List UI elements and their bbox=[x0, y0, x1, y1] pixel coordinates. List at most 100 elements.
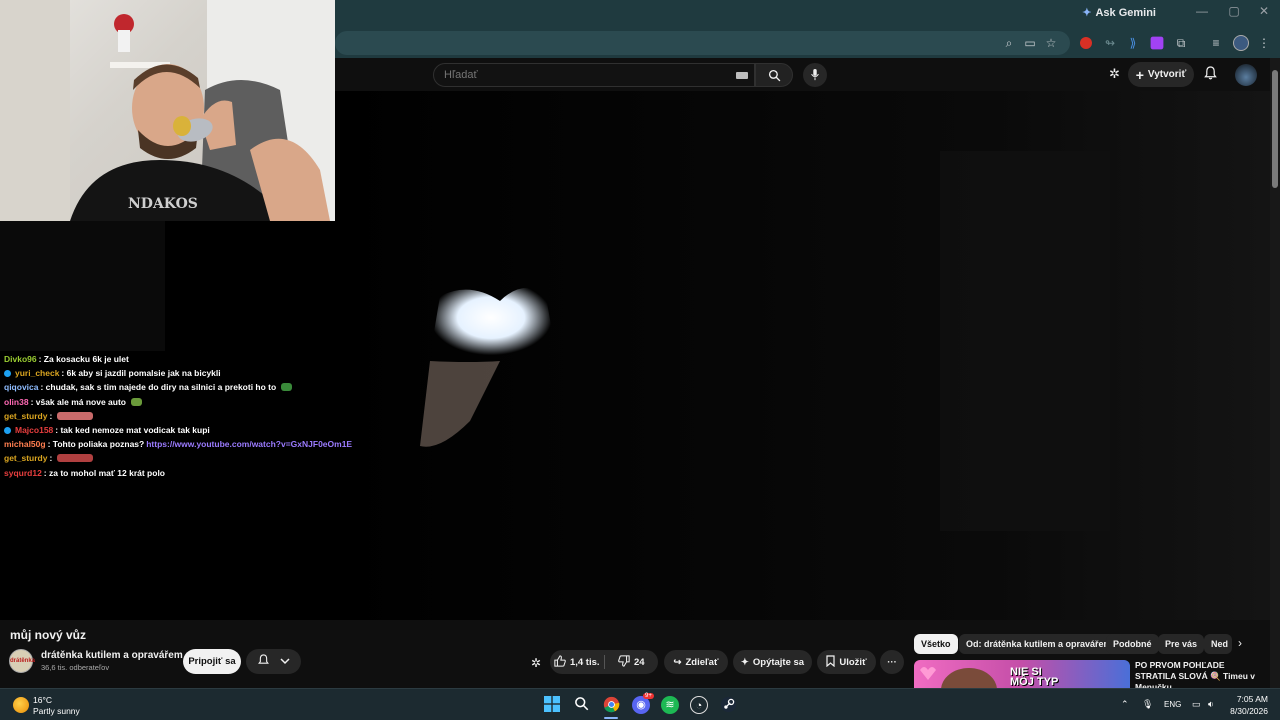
dislike-count: 24 bbox=[633, 656, 645, 668]
profile-avatar-icon[interactable] bbox=[1233, 35, 1249, 51]
scrollbar-thumb[interactable] bbox=[1272, 70, 1278, 188]
spotify-icon[interactable]: ≋ bbox=[661, 696, 679, 714]
chat-text: : bbox=[49, 453, 53, 464]
gemini-sparkle-icon: ✦ bbox=[1082, 7, 1092, 19]
weather-description[interactable]: Partly sunny bbox=[33, 706, 80, 716]
chrome-icon[interactable] bbox=[602, 696, 620, 714]
tray-volume-icon[interactable]: 🔉︎ bbox=[1208, 699, 1214, 710]
chat-username[interactable]: syqurd12 bbox=[4, 468, 42, 478]
chat-emote-icon bbox=[57, 411, 94, 420]
chat-username[interactable]: Divko96 bbox=[4, 354, 37, 364]
chevron-down-icon bbox=[279, 656, 290, 668]
tray-microphone-icon[interactable]: 🎙︎ bbox=[1142, 699, 1153, 710]
chevron-right-icon[interactable]: › bbox=[1238, 636, 1242, 650]
chat-emote-icon bbox=[57, 454, 94, 463]
chat-emote-icon bbox=[281, 383, 293, 392]
discord-badge: 9+ bbox=[643, 693, 654, 699]
chat-text: : chudak, sak s tim najede do diry na si… bbox=[40, 382, 277, 393]
chat-link[interactable]: https://www.youtube.com/watch?v=GxNJF0eO… bbox=[146, 439, 352, 449]
tray-network-icon[interactable]: ▭ bbox=[1192, 699, 1201, 710]
chat-username[interactable]: get_sturdy bbox=[4, 453, 47, 463]
thumbnail-text-line-2: MÔJ TYP bbox=[1010, 676, 1059, 688]
more-actions-button[interactable]: ··· bbox=[880, 650, 904, 674]
clock-time[interactable]: 7:05 AM bbox=[1237, 694, 1268, 704]
extensions-puzzle-icon[interactable]: ⧉ bbox=[1173, 35, 1189, 51]
like-button[interactable]: 1,4 tis. bbox=[550, 650, 604, 674]
bookmark-star-icon[interactable]: ☆ bbox=[1043, 35, 1059, 51]
filter-chip[interactable]: Ned bbox=[1204, 634, 1232, 654]
chat-emote-icon bbox=[131, 397, 142, 406]
stream-dark-panel bbox=[0, 221, 165, 351]
maximize-icon[interactable]: ▢ bbox=[1224, 4, 1244, 18]
ask-gemini-button[interactable]: ✦ Ask Gemini bbox=[1082, 6, 1156, 20]
zoom-icon[interactable]: ⌕ bbox=[1001, 35, 1017, 51]
chat-badge-icon bbox=[4, 369, 11, 377]
ai-summary-icon[interactable]: ✲ bbox=[531, 656, 541, 670]
chat-username[interactable]: get_sturdy bbox=[4, 411, 47, 421]
chat-username[interactable]: olin38 bbox=[4, 397, 29, 407]
minimize-icon[interactable]: — bbox=[1192, 4, 1212, 18]
channel-avatar[interactable]: drátěnka bbox=[9, 649, 35, 673]
plus-icon: + bbox=[1135, 66, 1144, 83]
extension-purple-icon[interactable] bbox=[1150, 36, 1164, 50]
filter-chip[interactable]: Pre vás bbox=[1158, 634, 1205, 654]
steam-icon[interactable] bbox=[719, 696, 737, 714]
notifications-bell-icon[interactable] bbox=[1204, 66, 1217, 83]
active-app-indicator bbox=[604, 717, 618, 719]
channel-name[interactable]: drátěnka kutilem a opravářem bbox=[41, 650, 183, 661]
extension-red-icon[interactable] bbox=[1080, 37, 1092, 49]
voice-search-button[interactable] bbox=[803, 63, 827, 87]
share-button[interactable]: ↪ Zdieľať bbox=[664, 650, 728, 674]
close-icon[interactable]: ✕ bbox=[1254, 4, 1274, 18]
bookmark-icon bbox=[826, 654, 835, 670]
obs-icon[interactable]: ◔ bbox=[690, 696, 708, 714]
subscription-bell-button[interactable] bbox=[246, 649, 301, 674]
save-label: Uložiť bbox=[839, 656, 867, 668]
chat-username[interactable]: michal50g bbox=[4, 439, 46, 449]
chat-text: : Za kosacku 6k je ulet bbox=[38, 354, 129, 365]
taskbar-search-icon[interactable] bbox=[572, 696, 590, 714]
keyboard-language[interactable]: ENG bbox=[1164, 700, 1181, 709]
microphone-icon bbox=[811, 69, 819, 81]
youtube-masthead: ✲ + Vytvoriť bbox=[335, 58, 1280, 91]
windows-taskbar: 16°C Partly sunny ◉ 9+ ≋ ◔ ⌃ 🎙︎ ENG ▭ 🔉︎… bbox=[0, 688, 1280, 720]
join-button[interactable]: Pripojiť sa bbox=[183, 649, 241, 674]
chat-message: yuri_check: 6k aby si jazdil pomalsie ja… bbox=[4, 366, 424, 380]
save-button[interactable]: Uložiť bbox=[817, 650, 876, 674]
chat-username[interactable]: qiqovica bbox=[4, 382, 38, 392]
clock-date[interactable]: 8/30/2026 bbox=[1230, 706, 1268, 716]
ask-label: Opýtajte sa bbox=[752, 656, 805, 668]
chat-text: : bbox=[49, 410, 53, 421]
filter-chip[interactable]: Všetko bbox=[914, 634, 958, 654]
media-control-icon[interactable]: ≡ bbox=[1208, 35, 1224, 51]
ai-sparkle-icon[interactable]: ✲ bbox=[1109, 66, 1120, 82]
menu-kebab-icon[interactable]: ⋮ bbox=[1256, 35, 1272, 51]
chat-text: : tak ked nemoze mat vodicak tak kupi bbox=[55, 425, 210, 436]
chat-message: michal50g: Tohto poliaka poznas? https://… bbox=[4, 437, 424, 451]
keyboard-icon[interactable] bbox=[736, 72, 748, 79]
shirt-print-text: NDAKOS bbox=[128, 196, 198, 212]
user-avatar[interactable] bbox=[1235, 64, 1257, 86]
filter-chip[interactable]: Podobné bbox=[1106, 634, 1159, 654]
tray-chevron-up-icon[interactable]: ⌃ bbox=[1121, 699, 1129, 710]
ask-button[interactable]: ✦ Opýtajte sa bbox=[733, 650, 812, 674]
address-bar[interactable] bbox=[335, 31, 1070, 55]
create-button[interactable]: + Vytvoriť bbox=[1128, 62, 1194, 87]
search-input[interactable] bbox=[444, 67, 724, 83]
webcam-overlay: NDAKOS bbox=[0, 0, 335, 221]
chat-username[interactable]: Majco158 bbox=[15, 425, 53, 435]
page-scrollbar[interactable] bbox=[1270, 58, 1280, 688]
chat-username[interactable]: yuri_check bbox=[15, 368, 59, 378]
weather-sun-icon[interactable] bbox=[13, 697, 29, 713]
cast-icon[interactable]: ▭ bbox=[1022, 35, 1038, 51]
search-button[interactable] bbox=[755, 63, 793, 87]
related-video-thumbnail[interactable]: NIE SI MÔJ TYP bbox=[914, 660, 1130, 688]
weather-temperature[interactable]: 16°C bbox=[33, 695, 52, 705]
chat-text: : za to mohol mať 12 krát polo bbox=[43, 467, 165, 478]
chat-message: get_sturdy: bbox=[4, 451, 424, 465]
dislike-button[interactable]: 24 bbox=[605, 650, 659, 674]
extension-arrow-icon[interactable]: ↬ bbox=[1102, 35, 1118, 51]
windows-start-icon[interactable] bbox=[543, 696, 561, 714]
extension-wave-icon[interactable]: ⟫ bbox=[1125, 35, 1141, 51]
filter-chip[interactable]: Od: drátěnka kutilem a opravářem bbox=[959, 634, 1119, 654]
